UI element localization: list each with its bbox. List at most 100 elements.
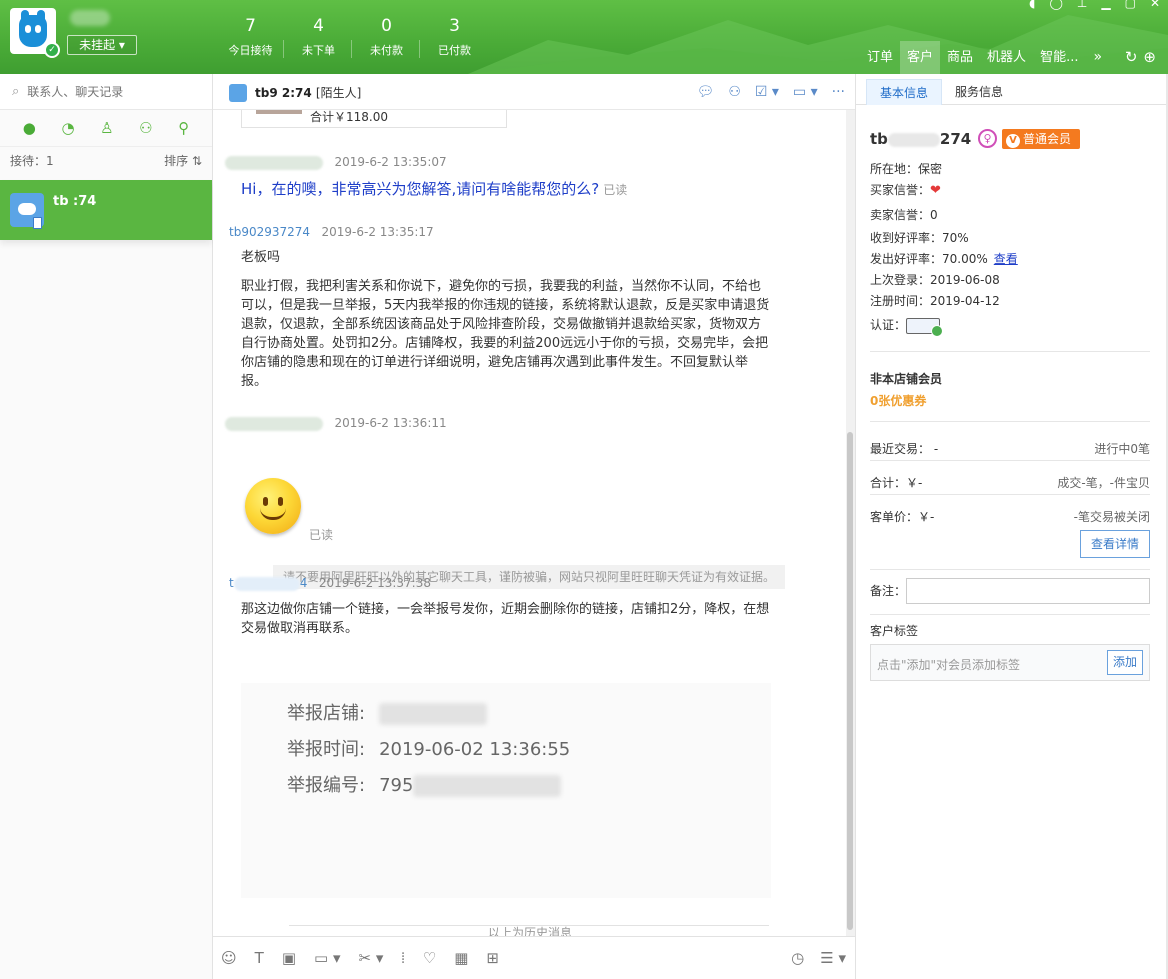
- report-screenshot-image[interactable]: 举报店铺: 举报时间: 2019-06-02 13:36:55 举报编号: 795: [241, 683, 771, 898]
- folder-icon[interactable]: ▭ ▾: [314, 949, 340, 967]
- favorite-heart-icon[interactable]: ♡: [423, 949, 436, 967]
- stat-no-order[interactable]: 4 未下单: [290, 16, 347, 58]
- divider: [870, 421, 1150, 422]
- tab-customer[interactable]: 客户: [900, 41, 941, 74]
- contact-name: tb :74: [53, 194, 97, 209]
- divider: [870, 494, 1150, 495]
- buyer-credit-row: 买家信誉：❤: [870, 181, 941, 198]
- read-status: 已读: [603, 183, 628, 197]
- task-add-icon[interactable]: ☑ ▾: [755, 84, 779, 100]
- pin-icon[interactable]: ⊥: [1077, 0, 1087, 10]
- shake-icon[interactable]: ⦙: [401, 949, 404, 967]
- add-tag-button[interactable]: 添加: [1107, 650, 1143, 675]
- chat-panel: tb9 2:74 [陌生人] 💬︎ ⚇ ☑ ▾ ▭ ▾ ··· 合计￥118.0…: [213, 74, 856, 979]
- sender-name-blurred: [225, 155, 323, 170]
- group-icon[interactable]: ⚇: [139, 119, 152, 137]
- plugin-nav-tabs: 订单 客户 商品 机器人 智能... »: [860, 41, 1110, 74]
- view-rate-link[interactable]: 查看: [994, 252, 1018, 266]
- total-amount: 合计：￥-: [870, 476, 923, 490]
- auth-label: 认证：: [870, 318, 907, 332]
- sort-button[interactable]: 排序 ⇅: [164, 152, 202, 169]
- scrollbar-thumb[interactable]: [847, 432, 853, 930]
- received-good-rate-row: 收到好评率：70%: [870, 231, 969, 245]
- chat-list-icon[interactable]: ●: [23, 119, 36, 137]
- view-details-button[interactable]: 查看详情: [1080, 530, 1150, 558]
- divider: [870, 460, 1150, 461]
- search-input[interactable]: [27, 84, 188, 99]
- deal-count: 成交-笔，-件宝贝: [1057, 476, 1150, 490]
- add-plugin-icon[interactable]: ⊕: [1143, 48, 1156, 66]
- video-call-icon[interactable]: ▭ ▾: [793, 84, 818, 100]
- tab-basic-info[interactable]: 基本信息: [866, 79, 943, 105]
- refresh-icon[interactable]: ↻: [1125, 48, 1138, 66]
- non-member-label: 非本店铺会员: [870, 372, 943, 386]
- status-dropdown-button[interactable]: 未挂起 ▾: [67, 35, 137, 55]
- sender-name[interactable]: tb902937274: [229, 225, 310, 239]
- report-time-line: 举报时间: 2019-06-02 13:36:55: [287, 735, 570, 761]
- stat-label: 已付款: [438, 44, 471, 57]
- recent-clock-icon[interactable]: ◔: [61, 119, 74, 137]
- organization-icon[interactable]: ⚲: [178, 119, 189, 137]
- contact-item-active[interactable]: tb :74: [0, 180, 212, 240]
- message-bubble-icon[interactable]: 💬︎: [697, 84, 715, 100]
- online-check-icon: ✓: [44, 42, 60, 58]
- maximize-icon[interactable]: ▢: [1125, 0, 1136, 10]
- stat-paid[interactable]: 3 已付款: [426, 16, 483, 58]
- font-icon[interactable]: T: [255, 949, 264, 967]
- user-avatar[interactable]: ✓: [10, 8, 60, 58]
- coupon-icon[interactable]: ⊞: [486, 949, 499, 967]
- input-toolbar: ☺ T ▣ ▭ ▾ ✂ ▾ ⦙ ♡ ▦ ⊞ ◷ ☰ ▾: [213, 936, 856, 979]
- contact-search: ⌕: [0, 74, 212, 110]
- emoji-icon[interactable]: ☺: [221, 949, 237, 967]
- sent-good-rate-row: 发出好评率：70.00% 查看: [870, 250, 1018, 267]
- contact-filter-icons: ● ◔ ♙ ⚇ ⚲: [0, 110, 212, 146]
- chat-scrollbar[interactable]: [846, 110, 855, 936]
- stranger-tag: [陌生人]: [315, 86, 362, 100]
- customer-name-blurred: [887, 132, 940, 147]
- in-progress-trades: 进行中0笔: [1094, 442, 1150, 456]
- tab-robot[interactable]: 机器人: [980, 41, 1033, 74]
- credit-heart-icon: ❤: [930, 183, 941, 198]
- more-icon[interactable]: ···: [832, 84, 845, 100]
- sent-good-rate: 发出好评率：70.00%: [870, 252, 988, 266]
- user-name-blurred: [70, 10, 110, 26]
- image-icon[interactable]: ▣: [282, 949, 296, 967]
- message-meta: 2019-6-2 13:36:11: [225, 416, 447, 431]
- emoji-mouth: [260, 508, 286, 520]
- chat-history-icon[interactable]: ☰ ▾: [820, 949, 846, 967]
- tab-smart[interactable]: 智能...: [1033, 41, 1085, 74]
- window-controls: ◖ ◯ ⊥ ▁ ▢ ✕: [1029, 0, 1160, 10]
- smiley-emoji-icon: [245, 478, 301, 534]
- chat-contact-name: tb9 2:74 [陌生人]: [255, 84, 361, 101]
- stat-today[interactable]: 7 今日接待: [222, 16, 279, 58]
- stat-unpaid[interactable]: 0 未付款: [358, 16, 415, 58]
- sound-icon[interactable]: ◖: [1029, 0, 1035, 10]
- sender-name-end[interactable]: 4: [300, 576, 308, 590]
- tab-service-info[interactable]: 服务信息: [942, 79, 1016, 105]
- seller-credit-row: 卖家信誉：0: [870, 208, 938, 222]
- minimize-icon[interactable]: ▁: [1101, 0, 1110, 10]
- calculator-icon[interactable]: ▦: [454, 949, 468, 967]
- screenshot-scissors-icon[interactable]: ✂ ▾: [358, 949, 383, 967]
- message-time: 2019-6-2 13:36:11: [334, 416, 447, 430]
- buyer-credit-label: 买家信誉：: [870, 183, 931, 197]
- closed-trades: -笔交易被关闭: [1073, 510, 1150, 524]
- tab-orders[interactable]: 订单: [860, 41, 900, 74]
- contact-person-icon[interactable]: ♙: [100, 119, 113, 137]
- coupon-count[interactable]: 0张优惠券: [870, 392, 926, 409]
- wangwang-logo-icon: [19, 10, 47, 47]
- tag-placeholder: 点击"添加"对会员添加标签: [877, 658, 1021, 672]
- divider: [870, 614, 1150, 615]
- chat-header: tb9 2:74 [陌生人] 💬︎ ⚇ ☑ ▾ ▭ ▾ ···: [213, 74, 855, 110]
- quick-reply-icon[interactable]: ◷: [791, 949, 804, 967]
- settings-icon[interactable]: ◯: [1049, 0, 1062, 10]
- remark-input[interactable]: [906, 578, 1150, 604]
- stat-divider: [351, 40, 352, 58]
- order-card[interactable]: 合计￥118.00: [241, 110, 507, 128]
- add-friend-icon[interactable]: ⚇: [728, 84, 741, 100]
- reception-bar: 接待：1 排序 ⇅: [0, 146, 212, 174]
- message-time: 2019-6-2 13:35:17: [321, 225, 434, 239]
- nav-more-icon[interactable]: »: [1085, 41, 1110, 74]
- close-icon[interactable]: ✕: [1150, 0, 1160, 10]
- tab-products[interactable]: 商品: [940, 41, 980, 74]
